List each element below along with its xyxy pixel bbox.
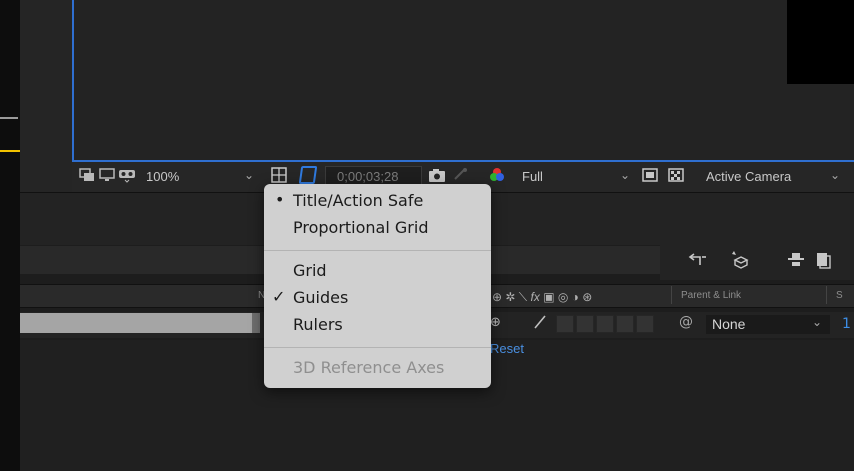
motion-blur-switch[interactable]	[596, 315, 614, 333]
reset-link[interactable]: Reset	[490, 341, 524, 356]
menu-separator	[264, 250, 491, 251]
composition-canvas	[787, 0, 854, 84]
quality-switch-icon[interactable]	[532, 313, 548, 335]
monitor-icon[interactable]	[98, 166, 116, 184]
zoom-chevron-down-icon[interactable]: ⌄	[244, 168, 254, 182]
menu-item-rulers[interactable]: Rulers	[264, 313, 491, 337]
column-divider	[826, 286, 827, 304]
menu-item-guides[interactable]: ✓ Guides	[264, 286, 491, 310]
adjustment-layer-switch[interactable]	[616, 315, 634, 333]
checkmark-icon: ✓	[272, 287, 286, 306]
draft-3d-icon[interactable]	[730, 249, 749, 269]
menu-item-3d-reference-axes: 3D Reference Axes	[293, 358, 445, 377]
view-select[interactable]: Active Camera	[706, 169, 791, 184]
frame-blend-switch[interactable]	[576, 315, 594, 333]
transparency-grid-icon[interactable]	[667, 166, 685, 184]
left-panel-divider	[0, 117, 18, 119]
color-channels-icon[interactable]	[488, 166, 506, 184]
timecode-text: 0;00;03;28	[337, 169, 399, 184]
project-panel-edge	[20, 0, 72, 192]
view-chevron-down-icon[interactable]: ⌄	[830, 168, 840, 182]
3d-layer-switch[interactable]	[636, 315, 654, 333]
camera-snapshot-icon[interactable]	[428, 166, 446, 184]
frame-blending-icon[interactable]	[814, 251, 832, 269]
layer-label-color[interactable]	[252, 313, 260, 333]
menu-item-title-action-safe[interactable]: • Title/Action Safe	[264, 189, 491, 213]
shy-switch-icon[interactable]: ⊕	[490, 315, 501, 330]
menu-separator	[264, 347, 491, 348]
always-preview-icon[interactable]	[78, 166, 96, 184]
resolution-select[interactable]: Full	[522, 169, 543, 184]
column-header-parent: Parent & Link	[681, 290, 742, 301]
grid-guides-icon[interactable]	[270, 166, 288, 184]
composition-flowchart-icon[interactable]	[688, 251, 706, 269]
parent-chevron-down-icon[interactable]: ⌄	[812, 315, 822, 329]
layer-name-bar[interactable]	[20, 313, 252, 333]
composition-viewer[interactable]	[72, 0, 854, 162]
mask-outline-icon[interactable]	[298, 166, 318, 184]
vr-icon[interactable]	[118, 166, 136, 184]
shy-layers-icon[interactable]	[786, 251, 804, 269]
stretch-value[interactable]: 1	[842, 316, 851, 332]
resolution-chevron-down-icon[interactable]: ⌄	[620, 168, 630, 182]
guides-popup-menu: • Title/Action Safe Proportional Grid Gr…	[264, 184, 491, 388]
zoom-level[interactable]: 100%	[146, 169, 179, 184]
region-of-interest-icon[interactable]	[641, 166, 659, 184]
menu-item-proportional-grid[interactable]: Proportional Grid	[264, 216, 491, 240]
show-snapshot-icon[interactable]	[452, 166, 470, 184]
parent-value: None	[712, 316, 746, 332]
menu-item-grid[interactable]: Grid	[264, 259, 491, 283]
left-panel-strip	[0, 0, 20, 471]
column-divider	[671, 286, 672, 304]
column-header-stretch: S	[836, 290, 843, 301]
bullet-icon: •	[275, 190, 285, 209]
effects-switch[interactable]	[556, 315, 574, 333]
switches-header-icons: ⊕ ✲ ⟍ fx ▣ ◎ ◑ ⊛	[492, 290, 593, 304]
left-panel-highlight	[0, 150, 20, 152]
pick-whip-icon[interactable]: @	[679, 314, 693, 330]
